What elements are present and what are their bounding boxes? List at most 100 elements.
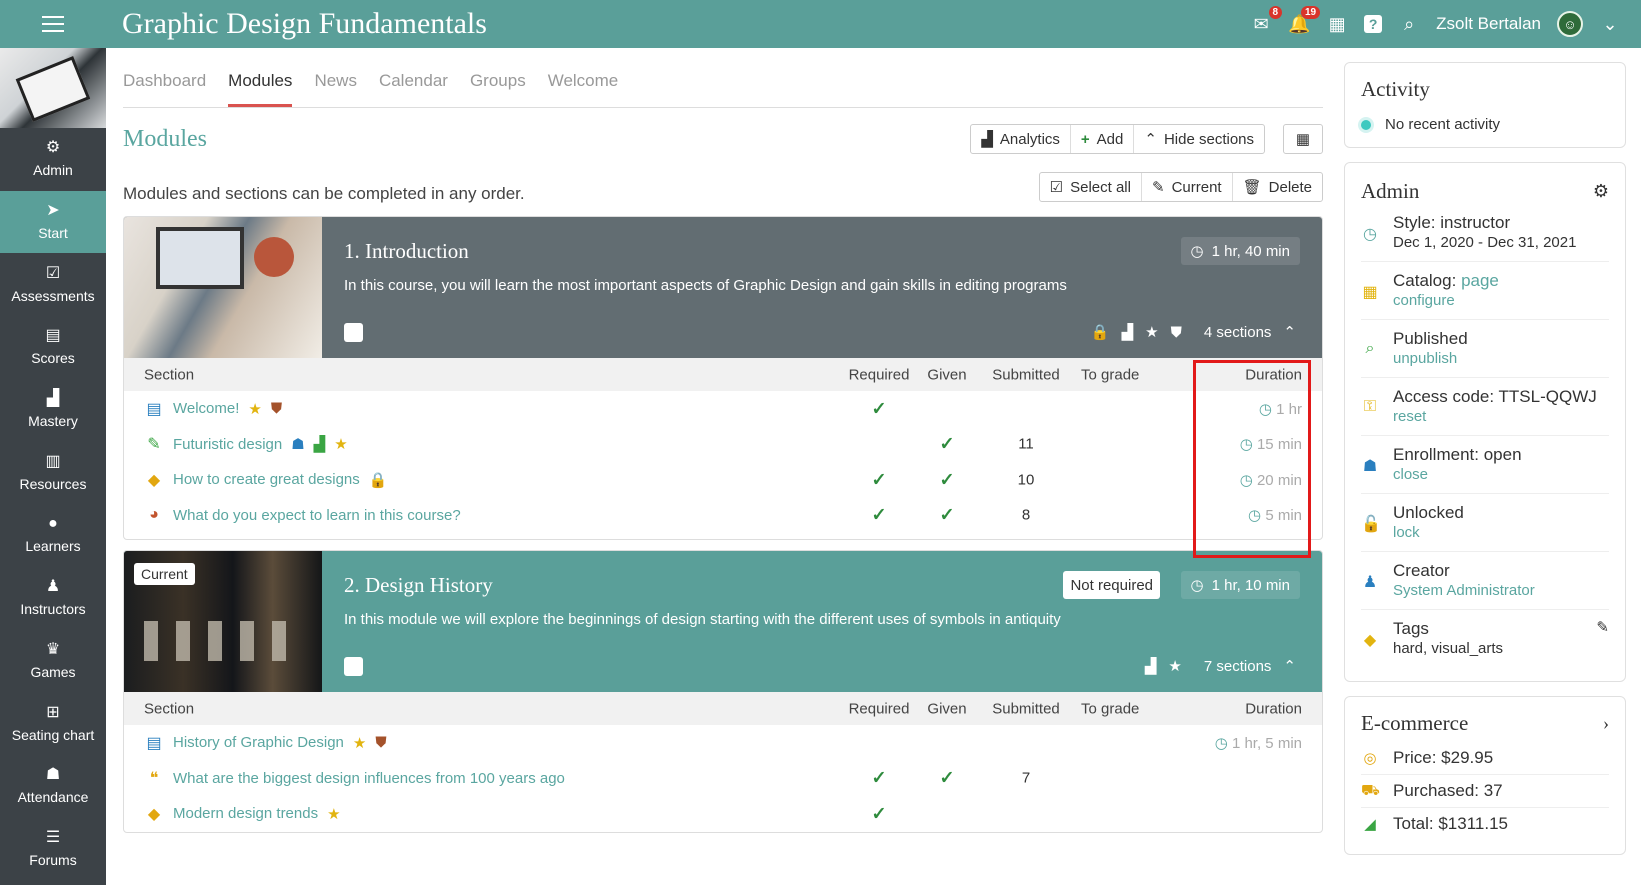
cart-icon: ⛟ — [1361, 781, 1380, 799]
lock-link[interactable]: lock — [1393, 523, 1464, 543]
gear-icon[interactable]: ⚙ — [1593, 181, 1609, 202]
section-name[interactable]: What do you expect to learn in this cour… — [173, 507, 461, 524]
avatar[interactable]: ☺ — [1557, 11, 1583, 37]
table-row[interactable]: ▤ History of Graphic Design ★ ⛊ ◷ 1 hr, 5 m… — [124, 725, 1322, 761]
duration-highlight-box — [1193, 360, 1311, 558]
hide-sections-label: Hide sections — [1163, 130, 1254, 148]
star-icon: ★ — [352, 734, 367, 752]
tab-modules[interactable]: Modules — [228, 71, 293, 107]
sidebar-item-attendance[interactable]: ☗ Attendance — [0, 755, 106, 818]
sidebar-item-instructors[interactable]: ♟ Instructors — [0, 567, 106, 630]
sidebar-item-admin[interactable]: ⚙ Admin — [0, 128, 106, 191]
module-title[interactable]: 2. Design History — [344, 573, 493, 598]
shield-icon: ⛊ — [270, 400, 283, 418]
mail-icon[interactable]: ✉ 8 — [1250, 5, 1283, 35]
grid-view-button[interactable]: ▦ — [1283, 124, 1323, 154]
module-image: Current — [124, 551, 322, 692]
tab-dashboard[interactable]: Dashboard — [123, 71, 206, 107]
close-enrollment-link[interactable]: close — [1393, 465, 1522, 485]
sidebar-item-label: Scores — [31, 350, 75, 367]
sidebar-item-seating-chart[interactable]: ⊞ Seating chart — [0, 692, 106, 755]
tag-icon: ◆ — [1363, 632, 1377, 649]
hide-sections-button[interactable]: ⌃ Hide sections — [1134, 125, 1264, 153]
bell-icon[interactable]: 🔔 19 — [1288, 5, 1321, 35]
user-name[interactable]: Zsolt Bertalan — [1436, 14, 1541, 34]
section-name[interactable]: Welcome! — [173, 400, 239, 417]
header-duration: Duration — [1245, 700, 1302, 717]
admin-title: Admin ⚙ — [1361, 179, 1609, 204]
sidebar-item-games[interactable]: ♛ Games — [0, 630, 106, 693]
tab-news[interactable]: News — [314, 71, 357, 107]
activity-title: Activity — [1361, 77, 1430, 101]
required-check: ✓ — [871, 504, 887, 525]
sidebar-item-label: Resources — [19, 475, 87, 492]
sidebar-item-label: Assessments — [11, 287, 95, 304]
table-header: Section Required Given Submitted To grad… — [124, 358, 1322, 391]
chevron-down-icon[interactable]: ⌄ — [1599, 14, 1621, 35]
section-name[interactable]: What are the biggest design influences f… — [173, 770, 565, 787]
table-row[interactable]: ▤ Welcome! ★ ⛊ ✓ ◷ 1 hr — [124, 391, 1322, 427]
chat-icon: ❝ — [149, 770, 159, 788]
module-title[interactable]: 1. Introduction — [344, 239, 469, 264]
module-header[interactable]: 1. Introduction ◷ 1 hr, 40 min In this co… — [124, 217, 1322, 358]
section-name[interactable]: Futuristic design — [173, 436, 282, 453]
table-row[interactable]: ◕ What do you expect to learn in this cou… — [124, 498, 1322, 534]
sidebar-item-mastery[interactable]: ▟ Mastery — [0, 379, 106, 442]
page-title: Modules — [123, 126, 207, 152]
analytics-button[interactable]: ▟ Analytics — [971, 125, 1071, 153]
sidebar-item-forums[interactable]: ☰ Forums — [0, 818, 106, 881]
header-submitted: Submitted — [992, 366, 1060, 383]
trash-icon: 🗑 — [1242, 179, 1262, 196]
catalog-page-link[interactable]: page — [1461, 271, 1499, 290]
sidebar-item-learners[interactable]: ● Learners — [0, 504, 106, 567]
sections-table: Section Required Given Submitted To grad… — [124, 358, 1322, 539]
delete-button[interactable]: 🗑 Delete — [1233, 173, 1322, 201]
chevron-right-icon[interactable]: › — [1603, 713, 1609, 734]
module-checkbox[interactable] — [344, 657, 363, 676]
module-duration: ◷ 1 hr, 40 min — [1180, 237, 1300, 265]
activity-empty-text: No recent activity — [1385, 116, 1501, 133]
add-button[interactable]: + Add — [1071, 125, 1135, 153]
chevron-up-icon[interactable]: ⌃ — [1283, 657, 1296, 675]
creator-link[interactable]: System Administrator — [1393, 581, 1535, 601]
tab-groups[interactable]: Groups — [470, 71, 526, 107]
section-name[interactable]: Modern design trends — [173, 805, 318, 822]
delete-label: Delete — [1268, 178, 1312, 196]
ecommerce-title-text: E-commerce — [1361, 711, 1469, 735]
reset-link[interactable]: reset — [1393, 407, 1597, 427]
module-checkbox[interactable] — [344, 323, 363, 342]
submitted-count: 7 — [1021, 769, 1031, 787]
sidebar-item-assessments[interactable]: ☑ Assessments — [0, 253, 106, 316]
sidebar-item-label: Instructors — [20, 601, 86, 618]
chevron-up-icon[interactable]: ⌃ — [1283, 323, 1296, 341]
header-to-grade: To grade — [1081, 700, 1140, 717]
table-row[interactable]: ◆ Modern design trends ★ ✓ — [124, 796, 1322, 832]
tab-bar: Dashboard Modules News Calendar Groups W… — [123, 48, 1323, 108]
sidebar-item-start[interactable]: ➤ Start — [0, 190, 106, 254]
table-row[interactable]: ✎ Futuristic design ☗ ▟ ★ ✓ 11 ◷ 15 min — [124, 427, 1322, 463]
select-all-label: Select all — [1070, 178, 1131, 196]
pencil-icon[interactable]: ✎ — [1596, 618, 1609, 636]
section-name[interactable]: How to create great designs — [173, 471, 360, 488]
sidebar-item-scores[interactable]: ▤ Scores — [0, 316, 106, 379]
select-all-button[interactable]: ☑ Select all — [1040, 173, 1142, 201]
star-icon: ★ — [1168, 658, 1182, 675]
help-icon[interactable]: ? — [1364, 15, 1383, 33]
section-name[interactable]: History of Graphic Design — [173, 734, 344, 751]
catalog-configure-link[interactable]: configure — [1393, 291, 1499, 311]
module-header[interactable]: Current 2. Design History Not required ◷… — [124, 551, 1322, 692]
header-given: Given — [927, 700, 967, 717]
menu-icon[interactable] — [0, 0, 106, 48]
search-icon[interactable]: ⌕ — [1398, 14, 1420, 35]
unpublish-link[interactable]: unpublish — [1393, 349, 1468, 369]
tab-welcome[interactable]: Welcome — [548, 71, 619, 107]
not-required-badge: Not required — [1063, 571, 1160, 599]
sidebar-item-resources[interactable]: ▥ Resources — [0, 441, 106, 504]
table-row[interactable]: ◆ How to create great designs 🔒 ✓ ✓ 10 ◷ 2… — [124, 462, 1322, 498]
table-row[interactable]: ❝ What are the biggest design influences … — [124, 761, 1322, 797]
course-thumbnail[interactable] — [0, 48, 106, 128]
tab-calendar[interactable]: Calendar — [379, 71, 448, 107]
current-button[interactable]: ✎ Current — [1142, 173, 1233, 201]
books-icon: ▥ — [45, 452, 61, 470]
calendar-icon[interactable]: ▦ — [1326, 14, 1348, 35]
